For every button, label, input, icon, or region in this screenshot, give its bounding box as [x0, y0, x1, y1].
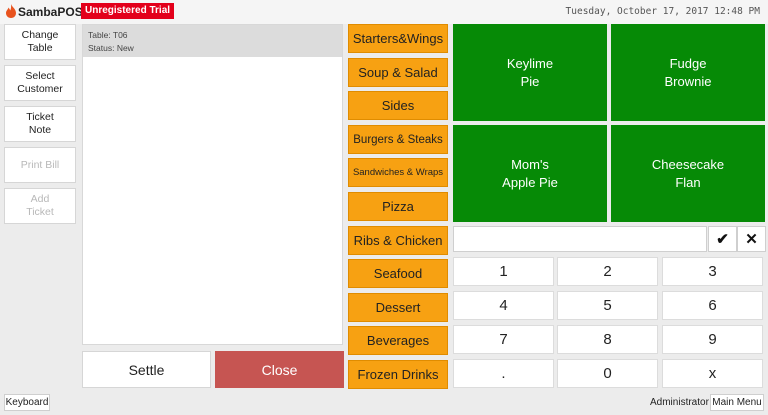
category-sides[interactable]: Sides: [348, 91, 448, 120]
category-seafood[interactable]: Seafood: [348, 259, 448, 288]
menu-item-moms-apple-pie[interactable]: Mom's Apple Pie: [453, 125, 607, 222]
ticket-note-button[interactable]: Ticket Note: [4, 106, 76, 142]
add-ticket-button[interactable]: Add Ticket: [4, 188, 76, 224]
flame-icon: [6, 4, 16, 18]
ticket-panel: Table: T06 Status: New: [82, 24, 343, 345]
numpad-key-9[interactable]: 9: [662, 325, 763, 354]
print-bill-button[interactable]: Print Bill: [4, 147, 76, 183]
menu-item-cheesecake-flan[interactable]: Cheesecake Flan: [611, 125, 765, 222]
category-dessert[interactable]: Dessert: [348, 293, 448, 322]
date-time: Tuesday, October 17, 2017 12:48 PM: [565, 6, 760, 17]
numpad-key-1[interactable]: 1: [453, 257, 554, 286]
ticket-table-label: Table: T06: [88, 30, 128, 40]
category-starters-wings[interactable]: Starters&Wings: [348, 24, 448, 53]
numpad-key-x[interactable]: x: [662, 359, 763, 388]
ticket-status-label: Status: New: [88, 43, 134, 53]
numpad-key-7[interactable]: 7: [453, 325, 554, 354]
menu-item-keylime-pie[interactable]: Keylime Pie: [453, 24, 607, 121]
numpad-key-6[interactable]: 6: [662, 291, 763, 320]
title-bar: SambaPOS 6 Unregistered Trial Tuesday, O…: [0, 0, 768, 24]
numpad-key-2[interactable]: 2: [557, 257, 658, 286]
select-customer-button[interactable]: Select Customer: [4, 65, 76, 101]
category-soup-salad[interactable]: Soup & Salad: [348, 58, 448, 87]
close-icon[interactable]: ✕: [737, 226, 766, 252]
ticket-header: Table: T06 Status: New: [83, 25, 342, 57]
keyboard-button[interactable]: Keyboard: [4, 394, 50, 411]
numpad-key-dot[interactable]: .: [453, 359, 554, 388]
settle-button[interactable]: Settle: [82, 351, 211, 388]
trial-badge: Unregistered Trial: [81, 3, 175, 19]
category-pizza[interactable]: Pizza: [348, 192, 448, 221]
category-burgers-steaks[interactable]: Burgers & Steaks: [348, 125, 448, 154]
close-button[interactable]: Close: [215, 351, 344, 388]
category-sandwiches-wraps[interactable]: Sandwiches & Wraps: [348, 158, 448, 187]
main-menu-button[interactable]: Main Menu: [710, 394, 764, 411]
quantity-input[interactable]: [453, 226, 707, 252]
checkmark-icon[interactable]: ✔: [708, 226, 737, 252]
numpad-key-0[interactable]: 0: [557, 359, 658, 388]
menu-item-fudge-brownie[interactable]: Fudge Brownie: [611, 24, 765, 121]
numpad-key-3[interactable]: 3: [662, 257, 763, 286]
category-beverages[interactable]: Beverages: [348, 326, 448, 355]
category-ribs-chicken[interactable]: Ribs & Chicken: [348, 226, 448, 255]
category-frozen-drinks[interactable]: Frozen Drinks: [348, 360, 448, 389]
numpad-key-8[interactable]: 8: [557, 325, 658, 354]
current-user-label: Administrator: [650, 397, 709, 408]
numpad-key-5[interactable]: 5: [557, 291, 658, 320]
numpad-key-4[interactable]: 4: [453, 291, 554, 320]
change-table-button[interactable]: Change Table: [4, 24, 76, 60]
